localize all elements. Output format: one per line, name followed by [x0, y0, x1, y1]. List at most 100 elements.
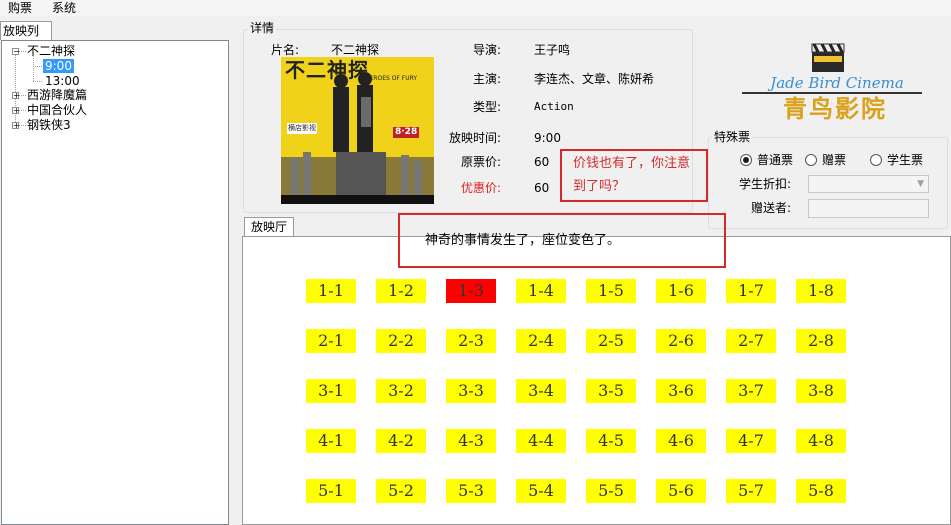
seat-available[interactable]: 5-8	[796, 479, 846, 503]
poster-subtitle: HEROES OF FURY	[365, 75, 418, 82]
gift-giver-label: 赠送者:	[751, 201, 792, 215]
seat-available[interactable]: 5-6	[656, 479, 706, 503]
movie-name-label: 片名:	[271, 43, 300, 57]
seat-available[interactable]: 5-1	[306, 479, 356, 503]
actors-label: 主演:	[473, 72, 502, 86]
radio-normal-ticket-label[interactable]: 普通票	[757, 153, 793, 167]
seat-available[interactable]: 4-8	[796, 429, 846, 453]
seat-available[interactable]: 3-4	[516, 379, 566, 403]
seat-annotation: 神奇的事情发生了，座位变色了。	[398, 213, 726, 268]
screening-tree: − 不二神探 9:00 13:00 + 西游降魔篇 + 中国合伙人 + 钢铁侠3	[1, 40, 229, 525]
poster-release-badge: 8·28	[393, 127, 420, 138]
expand-icon[interactable]: +	[12, 107, 20, 115]
seat-available[interactable]: 3-8	[796, 379, 846, 403]
seat-sold[interactable]: 1-3	[446, 279, 496, 303]
seat-available[interactable]: 2-6	[656, 329, 706, 353]
seat-available[interactable]: 5-4	[516, 479, 566, 503]
tree-child-connector	[33, 58, 34, 81]
seat-available[interactable]: 5-3	[446, 479, 496, 503]
original-price-label: 原票价:	[461, 155, 502, 169]
student-discount-label: 学生折扣:	[739, 177, 792, 191]
menu-item-buy-ticket[interactable]: 购票	[8, 0, 32, 16]
seat-available[interactable]: 1-4	[516, 279, 566, 303]
seat-available[interactable]: 2-5	[586, 329, 636, 353]
radio-gift-ticket-label[interactable]: 赠票	[822, 153, 846, 167]
tree-branch	[33, 66, 42, 67]
movie-name-value: 不二神探	[331, 43, 380, 57]
seat-available[interactable]: 5-2	[376, 479, 426, 503]
seat-available[interactable]: 2-1	[306, 329, 356, 353]
price-annotation-line1: 价钱也有了，你注意	[573, 156, 691, 171]
seat-available[interactable]: 1-5	[586, 279, 636, 303]
tree-node-movie[interactable]: 中国合伙人	[27, 103, 87, 117]
tree-node-movie[interactable]: 不二神探	[27, 44, 75, 58]
price-annotation-line2: 到了吗？	[573, 179, 626, 194]
seat-annotation-text: 神奇的事情发生了，座位变色了。	[425, 233, 621, 248]
radio-gift-ticket[interactable]	[805, 154, 817, 166]
price-annotation: 价钱也有了，你注意 到了吗？	[560, 149, 708, 202]
tab-hall[interactable]: 放映厅	[244, 217, 294, 236]
poster-side-text: 横店影视	[287, 123, 317, 134]
seat-available[interactable]: 3-2	[376, 379, 426, 403]
logo-chinese-text: 青鸟影院	[783, 95, 887, 123]
menu-item-system[interactable]: 系统	[52, 0, 76, 16]
seat-available[interactable]: 3-3	[446, 379, 496, 403]
seat-available[interactable]: 2-4	[516, 329, 566, 353]
expand-icon[interactable]: +	[12, 92, 20, 100]
seat-available[interactable]: 1-8	[796, 279, 846, 303]
seat-available[interactable]: 1-1	[306, 279, 356, 303]
seat-available[interactable]: 4-2	[376, 429, 426, 453]
seat-available[interactable]: 3-5	[586, 379, 636, 403]
tree-node-showtime[interactable]: 13:00	[45, 74, 80, 88]
tree-branch	[19, 95, 26, 96]
tree-branch	[33, 81, 42, 82]
seat-available[interactable]: 5-5	[586, 479, 636, 503]
expand-icon[interactable]: +	[12, 122, 20, 130]
seat-available[interactable]: 1-7	[726, 279, 776, 303]
seat-available[interactable]: 2-3	[446, 329, 496, 353]
radio-student-ticket[interactable]	[870, 154, 882, 166]
menu-bar: 购票 系统	[0, 0, 951, 16]
showtime-value: 9:00	[534, 131, 561, 145]
seat-available[interactable]: 4-5	[586, 429, 636, 453]
tree-node-movie[interactable]: 钢铁侠3	[27, 118, 71, 132]
seat-available[interactable]: 2-2	[376, 329, 426, 353]
tree-node-showtime-selected[interactable]: 9:00	[43, 59, 74, 73]
details-legend: 详情	[248, 21, 277, 35]
seat-available[interactable]: 4-4	[516, 429, 566, 453]
director-value: 王子鸣	[534, 43, 571, 57]
showtime-label: 放映时间:	[449, 131, 502, 145]
seat-available[interactable]: 1-2	[376, 279, 426, 303]
discount-price-value: 60	[534, 181, 550, 195]
radio-normal-ticket[interactable]	[740, 154, 752, 166]
radio-student-ticket-label[interactable]: 学生票	[887, 153, 923, 167]
clapperboard-icon	[811, 43, 845, 72]
actors-value: 李连杰、文章、陈妍希	[534, 72, 655, 86]
special-ticket-legend: 特殊票	[712, 130, 753, 144]
tree-branch	[19, 125, 26, 126]
seat-available[interactable]: 3-6	[656, 379, 706, 403]
tree-node-movie[interactable]: 西游降魔篇	[27, 88, 87, 102]
cinema-logo: Jade Bird Cinema 青鸟影院	[742, 38, 922, 130]
seat-available[interactable]: 2-7	[726, 329, 776, 353]
seat-available[interactable]: 3-1	[306, 379, 356, 403]
seat-available[interactable]: 4-1	[306, 429, 356, 453]
type-value: Action	[534, 100, 574, 113]
student-discount-select[interactable]: ▼	[808, 175, 929, 193]
tab-screening-list[interactable]: 放映列表	[0, 21, 52, 56]
hall-panel: 1-1 1-2 1-3 1-4 1-5 1-6 1-7 1-8 2-1 2-2 2-3 2-4 2-5 2…	[242, 236, 951, 525]
seat-available[interactable]: 5-7	[726, 479, 776, 503]
chevron-down-icon: ▼	[917, 179, 924, 189]
seat-available[interactable]: 4-6	[656, 429, 706, 453]
seat-available[interactable]: 1-6	[656, 279, 706, 303]
seat-available[interactable]: 4-7	[726, 429, 776, 453]
seat-available[interactable]: 2-8	[796, 329, 846, 353]
discount-price-label: 优惠价:	[461, 181, 502, 195]
collapse-icon[interactable]: −	[12, 48, 20, 56]
seat-available[interactable]: 3-7	[726, 379, 776, 403]
tree-branch	[19, 51, 26, 52]
poster-title: 不二神探	[285, 58, 369, 82]
gift-giver-input[interactable]	[808, 199, 929, 218]
seat-available[interactable]: 4-3	[446, 429, 496, 453]
type-label: 类型:	[473, 100, 502, 114]
